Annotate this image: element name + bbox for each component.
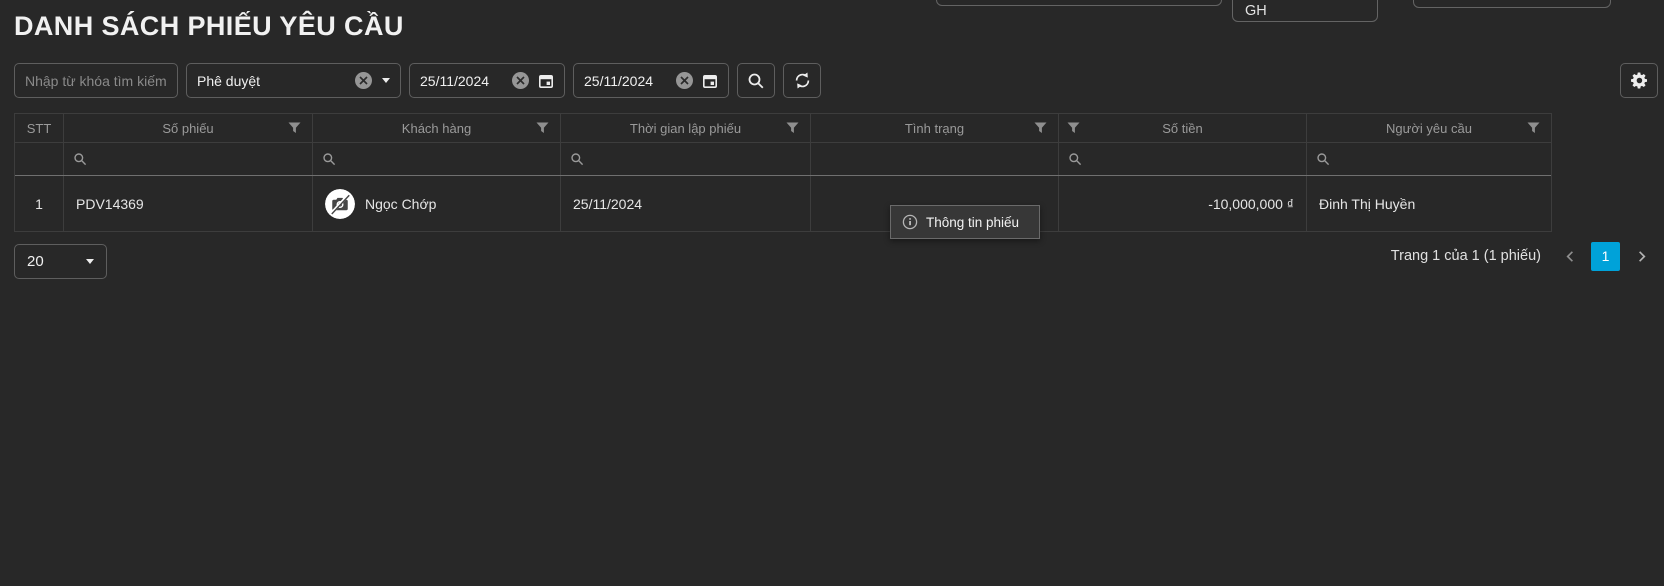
cell-so-tien: -10,000,000 ₫ (1059, 176, 1307, 231)
date-to-value: 25/11/2024 (584, 72, 654, 89)
search-button[interactable] (737, 63, 775, 98)
next-page-button[interactable] (1630, 243, 1652, 269)
top-partial-input-left[interactable] (936, 0, 1222, 6)
cell-khach-hang: Ngọc Chớp (313, 176, 561, 231)
column-search-icon (73, 152, 87, 166)
column-header-thoi-gian[interactable]: Thời gian lập phiếu (561, 114, 811, 142)
column-header-so-phieu[interactable]: Số phiếu (64, 114, 313, 142)
column-header-nguoi-yeu-cau[interactable]: Người yêu cầu (1307, 114, 1551, 142)
column-search-icon (570, 152, 584, 166)
settings-button[interactable] (1620, 63, 1658, 98)
requests-table: STT Số phiếu Khách hàng Thời gian lập ph… (14, 113, 1552, 232)
cell-nguoi-yeu-cau: Đinh Thị Huyền (1319, 195, 1416, 212)
row-info-popup-button[interactable]: Thông tin phiếu (890, 205, 1040, 239)
page-title: DANH SÁCH PHIẾU YÊU CẦU (14, 11, 404, 41)
column-search-icon (1068, 152, 1082, 166)
column-header-stt: STT (15, 114, 64, 142)
clear-icon[interactable] (676, 72, 693, 89)
filter-cell-so-phieu[interactable] (64, 143, 313, 175)
calendar-icon[interactable] (538, 73, 554, 89)
info-icon (902, 214, 918, 230)
page-size-select[interactable]: 20 (14, 244, 107, 279)
cell-stt: 1 (15, 176, 64, 231)
column-header-so-tien[interactable]: Số tiền (1059, 114, 1307, 142)
search-icon (747, 72, 765, 90)
table-filter-row (15, 143, 1551, 176)
filter-cell-stt (15, 143, 64, 175)
filter-icon[interactable] (536, 122, 549, 134)
pager: Trang 1 của 1 (1 phiếu) 1 (1391, 240, 1652, 272)
chevron-down-icon (382, 78, 390, 83)
cell-so-phieu: PDV14369 (64, 176, 313, 231)
pager-info: Trang 1 của 1 (1 phiếu) (1390, 248, 1541, 264)
filter-icon[interactable] (786, 122, 799, 134)
date-from-picker[interactable]: 25/11/2024 (409, 63, 565, 98)
toolbar: Phê duyệt 25/11/2024 25/11/2024 (14, 63, 821, 98)
clear-icon[interactable] (512, 72, 529, 89)
filter-icon[interactable] (1527, 122, 1540, 134)
top-partial-input-center[interactable]: GH (1232, 0, 1378, 22)
status-filter-value: Phê duyệt (197, 72, 261, 89)
filter-cell-khach-hang[interactable] (313, 143, 561, 175)
table-row[interactable]: 1 PDV14369 Ngọc Chớp 25/11/2024 -10,000,… (15, 176, 1551, 231)
page-size-value: 20 (27, 253, 44, 270)
status-filter-select[interactable]: Phê duyệt (186, 63, 401, 98)
row-info-popup-label: Thông tin phiếu (926, 214, 1020, 230)
column-search-icon (1316, 152, 1330, 166)
page: GH DANH SÁCH PHIẾU YÊU CẦU Phê duyệt 25/… (0, 0, 1664, 586)
column-search-icon (322, 152, 336, 166)
date-to-picker[interactable]: 25/11/2024 (573, 63, 729, 98)
refresh-button[interactable] (783, 63, 821, 98)
search-input[interactable] (14, 63, 178, 98)
filter-icon[interactable] (1067, 122, 1080, 134)
filter-cell-tinh-trang (811, 143, 1059, 175)
prev-page-button[interactable] (1559, 243, 1581, 269)
avatar (325, 188, 355, 219)
column-header-khach-hang[interactable]: Khách hàng (313, 114, 561, 142)
clear-icon[interactable] (355, 72, 372, 89)
calendar-icon[interactable] (702, 73, 718, 89)
column-header-tinh-trang[interactable]: Tình trạng (811, 114, 1059, 142)
top-partial-input-right[interactable] (1413, 0, 1611, 8)
refresh-icon (793, 71, 812, 90)
gear-icon (1630, 71, 1649, 90)
filter-icon[interactable] (288, 122, 301, 134)
date-from-value: 25/11/2024 (420, 72, 490, 89)
filter-cell-so-tien[interactable] (1059, 143, 1307, 175)
page-1-button[interactable]: 1 (1591, 241, 1620, 271)
filter-cell-thoi-gian[interactable] (561, 143, 811, 175)
filter-cell-nguoi-yeu-cau[interactable] (1307, 143, 1551, 175)
chevron-down-icon (86, 259, 94, 264)
cell-thoi-gian: 25/11/2024 (561, 176, 811, 231)
filter-icon[interactable] (1034, 122, 1047, 134)
top-partial-input-value: GH (1245, 3, 1267, 19)
table-header-row: STT Số phiếu Khách hàng Thời gian lập ph… (15, 114, 1551, 143)
